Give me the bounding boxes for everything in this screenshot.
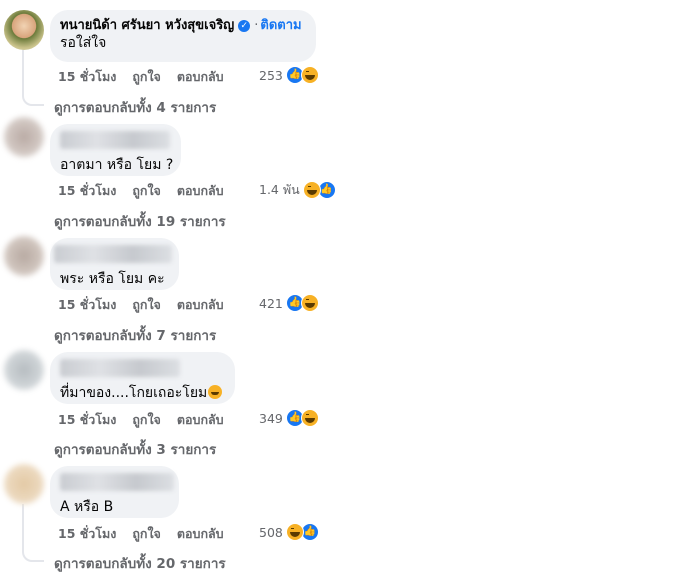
thread-line xyxy=(22,504,44,562)
haha-icon xyxy=(300,409,319,427)
reaction-count: 421 xyxy=(259,295,283,311)
thread-line xyxy=(22,46,44,106)
author-name-blurred xyxy=(60,359,180,377)
comment-text: ที่มาของ....โกยเถอะโยม xyxy=(60,384,225,403)
avatar[interactable] xyxy=(4,350,44,390)
comment-text: A หรือ B xyxy=(60,499,114,515)
timestamp[interactable]: 15 ชั่วโมง xyxy=(58,410,116,430)
grin-emoji-icon xyxy=(208,385,223,399)
reaction-count: 508 xyxy=(259,524,283,540)
author-name-blurred xyxy=(60,473,174,491)
like-button[interactable]: ถูกใจ xyxy=(132,67,161,87)
comment-bubble: A หรือ B xyxy=(50,466,179,518)
like-button[interactable]: ถูกใจ xyxy=(132,524,161,544)
view-replies-link[interactable]: ดูการตอบกลับทั้ง 20 รายการ xyxy=(54,552,226,574)
reply-button[interactable]: ตอบกลับ xyxy=(177,410,224,430)
like-button[interactable]: ถูกใจ xyxy=(132,181,161,201)
like-button[interactable]: ถูกใจ xyxy=(132,295,161,315)
reaction-summary[interactable]: 349 👍 xyxy=(259,409,319,427)
haha-icon xyxy=(302,181,321,199)
avatar[interactable] xyxy=(4,117,44,157)
verified-badge-icon: ✓ xyxy=(238,19,251,32)
view-replies-link[interactable]: ดูการตอบกลับทั้ง 4 รายการ xyxy=(54,96,216,118)
comment-text-body: ที่มาของ....โกยเถอะโยม xyxy=(60,385,208,401)
reply-button[interactable]: ตอบกลับ xyxy=(177,295,224,315)
reply-button[interactable]: ตอบกลับ xyxy=(177,181,224,201)
reaction-count: 1.4 พัน xyxy=(259,182,300,197)
reaction-summary[interactable]: 1.4 พัน 👍 xyxy=(259,180,336,200)
timestamp[interactable]: 15 ชั่วโมง xyxy=(58,295,116,315)
haha-icon xyxy=(285,523,304,541)
avatar[interactable] xyxy=(4,236,44,276)
reply-button[interactable]: ตอบกลับ xyxy=(177,524,224,544)
haha-icon xyxy=(300,294,319,312)
reaction-summary[interactable]: 253 👍 xyxy=(259,66,319,84)
like-button[interactable]: ถูกใจ xyxy=(132,410,161,430)
view-replies-link[interactable]: ดูการตอบกลับทั้ง 7 รายการ xyxy=(54,324,216,346)
comment-bubble: พระ หรือ โยม คะ xyxy=(50,238,179,290)
reaction-summary[interactable]: 508 👍 xyxy=(259,523,319,541)
comment-bubble: ที่มาของ....โกยเถอะโยม xyxy=(50,352,235,404)
comment-text: รอใส่ใจ xyxy=(60,35,107,51)
avatar[interactable] xyxy=(4,464,44,504)
reply-button[interactable]: ตอบกลับ xyxy=(177,67,224,87)
reaction-summary[interactable]: 421 👍 xyxy=(259,294,319,312)
timestamp[interactable]: 15 ชั่วโมง xyxy=(58,181,116,201)
author-name[interactable]: ทนายนิด้า ศรันยา หวังสุขเจริญ xyxy=(60,17,234,34)
comment-bubble: อาตมา หรือ โยม ? xyxy=(50,124,181,176)
timestamp[interactable]: 15 ชั่วโมง xyxy=(58,524,116,544)
comment-actions: 15 ชั่วโมง ถูกใจ ตอบกลับ xyxy=(58,67,240,87)
comment-actions: 15 ชั่วโมง ถูกใจ ตอบกลับ xyxy=(58,295,240,315)
comment-actions: 15 ชั่วโมง ถูกใจ ตอบกลับ xyxy=(58,410,240,430)
comment-actions: 15 ชั่วโมง ถูกใจ ตอบกลับ xyxy=(58,181,240,201)
haha-icon xyxy=(300,66,319,84)
view-replies-link[interactable]: ดูการตอบกลับทั้ง 3 รายการ xyxy=(54,438,216,460)
reaction-count: 253 xyxy=(259,67,283,83)
author-name-blurred xyxy=(60,131,170,149)
comment-bubble: ทนายนิด้า ศรันยา หวังสุขเจริญ ✓ · ติดตาม… xyxy=(50,10,316,62)
follow-button[interactable]: ติดตาม xyxy=(260,17,301,34)
timestamp[interactable]: 15 ชั่วโมง xyxy=(58,67,116,87)
comment-actions: 15 ชั่วโมง ถูกใจ ตอบกลับ xyxy=(58,524,240,544)
separator-dot: · xyxy=(254,18,259,33)
comment-text: อาตมา หรือ โยม ? xyxy=(60,157,174,173)
view-replies-link[interactable]: ดูการตอบกลับทั้ง 19 รายการ xyxy=(54,210,226,232)
reaction-count: 349 xyxy=(259,410,283,426)
avatar[interactable] xyxy=(4,10,44,50)
comment-text: พระ หรือ โยม คะ xyxy=(60,271,165,287)
author-name-blurred xyxy=(54,245,172,263)
